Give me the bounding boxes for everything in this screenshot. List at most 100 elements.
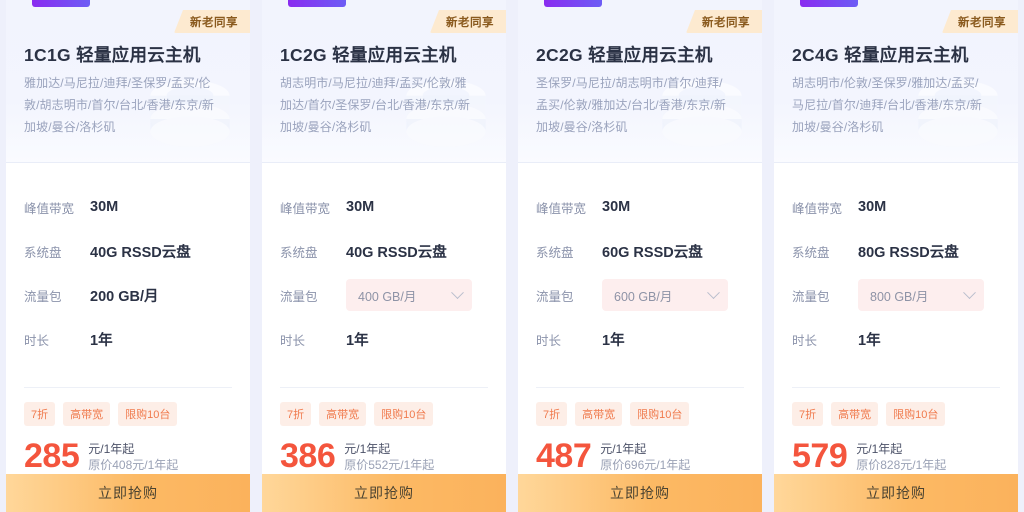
card-regions: 圣保罗/马尼拉/胡志明市/首尔/迪拜/孟买/伦敦/雅加达/台北/香港/东京/新加… [536, 76, 727, 134]
pricing-card[interactable]: 新老同享 2C4G 轻量应用云主机 胡志明市/伦敦/圣保罗/雅加达/孟买/马尼拉… [774, 0, 1018, 512]
promo-tag: 高带宽 [831, 402, 879, 426]
pricing-card[interactable]: 新老同享 1C2G 轻量应用云主机 胡志明市/马尼拉/迪拜/孟买/伦敦/雅加达/… [262, 0, 506, 512]
price-unit: 元/1年起 [344, 442, 391, 456]
price-amount: 285 [24, 437, 80, 475]
spec-list: 峰值带宽 30M 系统盘 40G RSSD云盘 流量包 400 GB/月 时长 … [262, 163, 506, 383]
header-divider [774, 162, 1018, 163]
buy-now-button[interactable]: 立即抢购 [518, 474, 762, 512]
spec-row-bandwidth: 峰值带宽 30M [24, 185, 232, 229]
share-badge: 新老同享 [174, 10, 250, 33]
spec-label-bandwidth: 峰值带宽 [792, 201, 843, 216]
promo-tag-row: 7折 高带宽 限购10台 [792, 402, 1000, 426]
share-badge-label: 新老同享 [958, 16, 1006, 29]
spec-row-duration: 时长 1年 [24, 317, 232, 361]
price-unit: 元/1年起 [600, 442, 647, 456]
price-details: 元/1年起 原价552元/1年起 [344, 439, 434, 474]
spec-value-bandwidth: 30M [858, 199, 887, 215]
pricing-card[interactable]: 新老同享 2C2G 轻量应用云主机 圣保罗/马尼拉/胡志明市/首尔/迪拜/孟买/… [518, 0, 762, 512]
spec-label-traffic: 流量包 [24, 289, 62, 304]
price-details: 元/1年起 原价828元/1年起 [856, 439, 946, 474]
promo-tag: 7折 [792, 402, 824, 426]
chevron-down-icon [963, 285, 976, 299]
spec-value-duration: 1年 [858, 332, 881, 349]
traffic-package-select[interactable]: 600 GB/月 [602, 279, 728, 311]
card-header: 新老同享 1C2G 轻量应用云主机 胡志明市/马尼拉/迪拜/孟买/伦敦/雅加达/… [262, 0, 506, 163]
spec-label-duration: 时长 [536, 333, 562, 348]
share-badge-label: 新老同享 [446, 16, 494, 29]
pricing-card[interactable]: 新老同享 1C1G 轻量应用云主机 雅加达/马尼拉/迪拜/圣保罗/孟买/伦敦/胡… [6, 0, 250, 512]
share-badge: 新老同享 [942, 10, 1018, 33]
purple-tab-indicator [544, 0, 602, 7]
price-row: 386 元/1年起 原价552元/1年起 [280, 439, 488, 474]
pricing-card-deck: 新老同享 1C1G 轻量应用云主机 雅加达/马尼拉/迪拜/圣保罗/孟买/伦敦/胡… [0, 0, 1024, 512]
purple-tab-indicator [800, 0, 858, 7]
spec-label-traffic: 流量包 [536, 289, 574, 304]
spec-label-traffic: 流量包 [280, 289, 318, 304]
price-row: 579 元/1年起 原价828元/1年起 [792, 439, 1000, 474]
spec-value-duration: 1年 [602, 332, 625, 349]
share-badge: 新老同享 [430, 10, 506, 33]
header-divider [262, 162, 506, 163]
promo-tag: 高带宽 [63, 402, 111, 426]
spec-row-disk: 系统盘 60G RSSD云盘 [536, 229, 744, 273]
spec-list: 峰值带宽 30M 系统盘 80G RSSD云盘 流量包 800 GB/月 时长 … [774, 163, 1018, 383]
buy-now-button[interactable]: 立即抢购 [6, 474, 250, 512]
traffic-package-select[interactable]: 800 GB/月 [858, 279, 984, 311]
price-amount: 487 [536, 437, 592, 475]
card-regions: 雅加达/马尼拉/迪拜/圣保罗/孟买/伦敦/胡志明市/首尔/台北/香港/东京/新加… [24, 76, 215, 134]
price-original: 原价552元/1年起 [344, 458, 435, 472]
price-row: 285 元/1年起 原价408元/1年起 [24, 439, 232, 474]
spec-label-duration: 时长 [24, 333, 50, 348]
card-header: 新老同享 1C1G 轻量应用云主机 雅加达/马尼拉/迪拜/圣保罗/孟买/伦敦/胡… [6, 0, 250, 163]
promo-tag-row: 7折 高带宽 限购10台 [24, 402, 232, 426]
spec-row-traffic: 流量包 800 GB/月 [792, 273, 1000, 317]
traffic-package-select-value: 600 GB/月 [614, 289, 673, 304]
spec-value-duration: 1年 [346, 332, 369, 349]
price-amount: 386 [280, 437, 336, 475]
spec-label-bandwidth: 峰值带宽 [24, 201, 75, 216]
spec-row-bandwidth: 峰值带宽 30M [280, 185, 488, 229]
traffic-package-select[interactable]: 400 GB/月 [346, 279, 472, 311]
spec-row-disk: 系统盘 40G RSSD云盘 [280, 229, 488, 273]
spec-label-duration: 时长 [280, 333, 306, 348]
price-unit: 元/1年起 [88, 442, 135, 456]
buy-now-button[interactable]: 立即抢购 [774, 474, 1018, 512]
promo-section: 7折 高带宽 限购10台 487 元/1年起 原价696元/1年起 [518, 388, 762, 474]
spec-row-traffic: 流量包 200 GB/月 [24, 273, 232, 317]
price-original: 原价696元/1年起 [600, 458, 691, 472]
chevron-down-icon [707, 285, 720, 299]
chevron-down-icon [451, 285, 464, 299]
spec-value-bandwidth: 30M [90, 199, 119, 215]
spec-value-traffic: 200 GB/月 [90, 288, 159, 305]
promo-tag-row: 7折 高带宽 限购10台 [536, 402, 744, 426]
card-title: 2C2G 轻量应用云主机 [536, 45, 713, 65]
spec-row-disk: 系统盘 80G RSSD云盘 [792, 229, 1000, 273]
header-divider [6, 162, 250, 163]
promo-tag: 7折 [280, 402, 312, 426]
spec-label-bandwidth: 峰值带宽 [536, 201, 587, 216]
promo-tag: 限购10台 [886, 402, 946, 426]
price-row: 487 元/1年起 原价696元/1年起 [536, 439, 744, 474]
promo-tag: 限购10台 [630, 402, 690, 426]
spec-row-duration: 时长 1年 [536, 317, 744, 361]
spec-row-duration: 时长 1年 [792, 317, 1000, 361]
promo-tag: 限购10台 [118, 402, 178, 426]
share-badge: 新老同享 [686, 10, 762, 33]
spec-label-disk: 系统盘 [24, 245, 62, 260]
spec-value-bandwidth: 30M [602, 199, 631, 215]
price-details: 元/1年起 原价696元/1年起 [600, 439, 690, 474]
spec-value-disk: 40G RSSD云盘 [90, 244, 191, 261]
spec-row-disk: 系统盘 40G RSSD云盘 [24, 229, 232, 273]
buy-now-button[interactable]: 立即抢购 [262, 474, 506, 512]
spec-row-traffic: 流量包 600 GB/月 [536, 273, 744, 317]
promo-section: 7折 高带宽 限购10台 579 元/1年起 原价828元/1年起 [774, 388, 1018, 474]
share-badge-label: 新老同享 [702, 16, 750, 29]
traffic-package-select-value: 800 GB/月 [870, 289, 929, 304]
spec-value-duration: 1年 [90, 332, 113, 349]
spec-row-duration: 时长 1年 [280, 317, 488, 361]
spec-value-disk: 60G RSSD云盘 [602, 244, 703, 261]
promo-tag: 7折 [536, 402, 568, 426]
promo-tag: 7折 [24, 402, 56, 426]
spec-list: 峰值带宽 30M 系统盘 40G RSSD云盘 流量包 200 GB/月 时长 … [6, 163, 250, 383]
promo-tag: 限购10台 [374, 402, 434, 426]
